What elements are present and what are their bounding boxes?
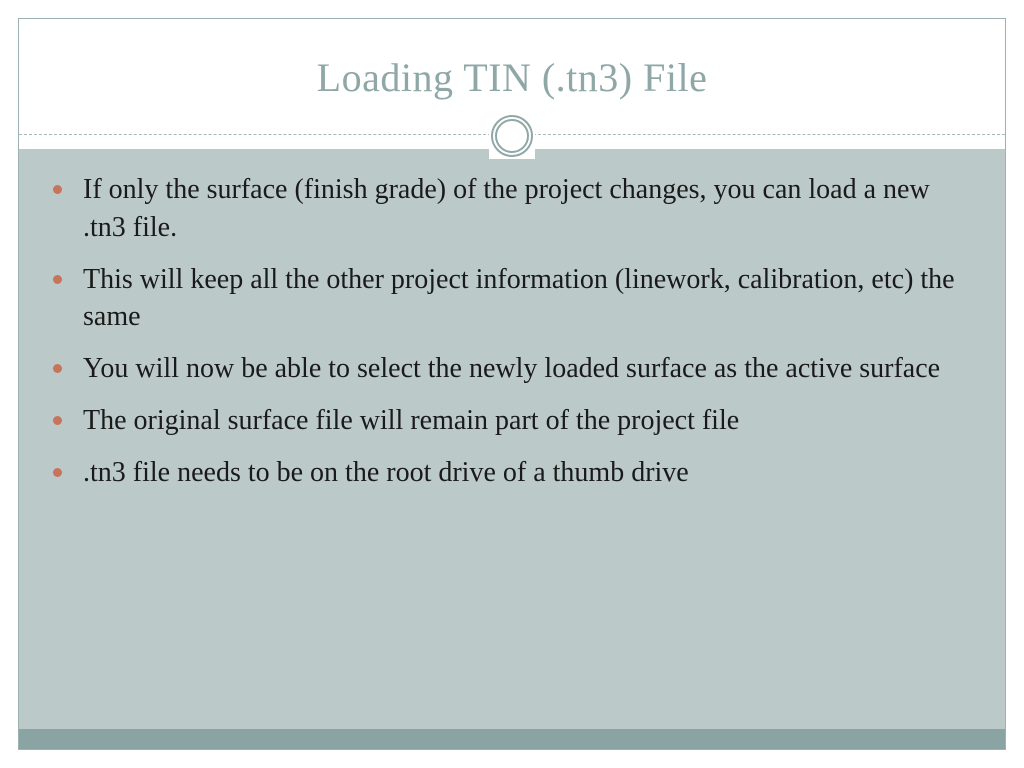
list-item: You will now be able to select the newly… bbox=[79, 350, 969, 388]
list-item: .tn3 file needs to be on the root drive … bbox=[79, 454, 969, 492]
slide-body: If only the surface (finish grade) of th… bbox=[19, 149, 1005, 749]
bullet-list: If only the surface (finish grade) of th… bbox=[19, 149, 1005, 528]
slide-title: Loading TIN (.tn3) File bbox=[317, 54, 708, 101]
bottom-accent-bar bbox=[19, 729, 1005, 749]
list-item: If only the surface (finish grade) of th… bbox=[79, 171, 969, 247]
circle-ornament-icon bbox=[489, 113, 535, 159]
presentation-slide: Loading TIN (.tn3) File If only the surf… bbox=[0, 0, 1024, 768]
list-item: This will keep all the other project inf… bbox=[79, 261, 969, 337]
list-item: The original surface file will remain pa… bbox=[79, 402, 969, 440]
